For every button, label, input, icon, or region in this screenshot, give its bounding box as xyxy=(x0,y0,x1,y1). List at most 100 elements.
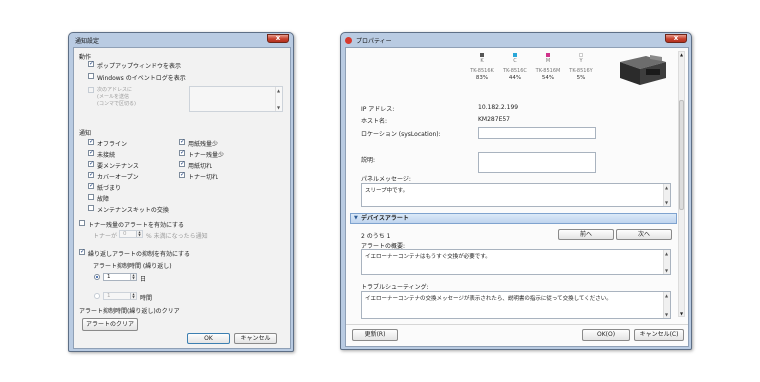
notify-paper-out-checkbox[interactable]: ✓ xyxy=(179,161,185,167)
toner-k: K TK-8516K 83% xyxy=(467,53,497,81)
repeat-interval-label: アラート抑制時間 (繰り返し) xyxy=(93,263,172,270)
scroll-down-icon[interactable]: ▼ xyxy=(680,311,683,316)
panel-message-label: パネルメッセージ: xyxy=(361,176,411,183)
toner-m-letter: M xyxy=(545,58,551,64)
notify-paper-jam-label: 紙づまり xyxy=(97,185,122,192)
toner-m-swatch xyxy=(546,53,550,57)
stepper-arrows-icon[interactable]: ▲ ▼ xyxy=(130,274,136,280)
troubleshooting-label: トラブルシューティング: xyxy=(361,284,429,291)
close-button[interactable]: x xyxy=(267,34,289,43)
refresh-button[interactable]: 更新(R) xyxy=(352,329,398,341)
dialog-body: 動作 ✓ ポップアップウィンドウを表示 Windows のイベントログを表示 次… xyxy=(73,47,291,349)
scroll-thumb[interactable] xyxy=(679,100,684,210)
notify-cover-open-label: カバーオープン xyxy=(97,174,139,181)
toner-c-letter: C xyxy=(513,58,517,64)
toner-threshold-stepper[interactable]: 0 ▲ ▼ xyxy=(119,230,143,238)
hours-radio[interactable] xyxy=(94,293,100,299)
notify-unconnected-label: 未接続 xyxy=(97,152,116,159)
notify-paper-out-label: 用紙切れ xyxy=(188,163,213,170)
notify-maintenance-label: 要メンテナンス xyxy=(97,163,139,170)
hours-stepper[interactable]: 1 ▲ ▼ xyxy=(103,292,137,300)
app-icon xyxy=(345,36,352,44)
notify-toner-low-checkbox[interactable]: ✓ xyxy=(179,150,185,156)
eventlog-label: Windows のイベントログを表示 xyxy=(97,75,186,82)
ip-label: IP アドレス: xyxy=(361,106,395,113)
email-field-scrollbar[interactable]: ▲ ▼ xyxy=(275,87,282,111)
repeat-suppress-checkbox[interactable]: ✓ xyxy=(79,249,85,255)
popup-label: ポップアップウィンドウを表示 xyxy=(97,63,182,70)
toner-y-letter: Y xyxy=(579,58,583,64)
dialog-title: プロパティー xyxy=(356,37,392,45)
panel-message-text: スリープ中です。 xyxy=(365,188,409,194)
notify-maintenance-checkbox[interactable]: ✓ xyxy=(88,161,94,167)
clear-suppression-label: アラート抑制時間(繰り返し)のクリア xyxy=(79,308,180,315)
close-icon: x xyxy=(275,34,281,42)
stepper-arrows-icon[interactable]: ▲ ▼ xyxy=(136,231,142,237)
prev-alert-button[interactable]: 前へ xyxy=(558,229,614,240)
dialog-title: 通知設定 xyxy=(75,37,100,45)
notify-toner-out-checkbox[interactable]: ✓ xyxy=(179,172,185,178)
toner-k-swatch xyxy=(480,53,484,57)
title-bar[interactable]: プロパティー xyxy=(341,33,691,47)
email-label-3: (コンマで区切る) xyxy=(97,101,136,107)
toner-alert-checkbox[interactable] xyxy=(79,220,85,226)
cancel-button[interactable]: キャンセル xyxy=(234,333,277,344)
panel-message-scrollbar[interactable]: ▲ ▼ xyxy=(663,184,670,206)
email-label-2: (メールを送信 xyxy=(97,94,129,100)
notify-paper-jam-checkbox[interactable]: ✓ xyxy=(88,183,94,189)
notify-heading: 通知 xyxy=(79,130,92,137)
next-alert-button[interactable]: 次へ xyxy=(616,229,672,240)
popup-checkbox[interactable]: ✓ xyxy=(88,61,94,67)
toner-c-swatch xyxy=(513,53,517,57)
printer-image xyxy=(620,55,666,85)
close-button[interactable]: x xyxy=(665,34,687,43)
panel-message-field[interactable]: スリープ中です。 ▲ ▼ xyxy=(361,183,671,207)
toner-c-level: 44% xyxy=(508,75,522,81)
email-address-field[interactable]: ▲ ▼ xyxy=(189,86,283,112)
toner-alert-suffix: % 未満になったら通知 xyxy=(146,233,208,240)
toner-alert-label: トナー残量のアラートを有効にする xyxy=(88,222,185,229)
footer-divider xyxy=(346,324,688,325)
email-checkbox[interactable] xyxy=(88,87,94,93)
notify-maintenance-kit-checkbox[interactable] xyxy=(88,205,94,211)
ok-button[interactable]: OK xyxy=(187,333,230,344)
stepper-arrows-icon[interactable]: ▲ ▼ xyxy=(130,293,136,299)
toner-k-model: TK-8516K xyxy=(470,68,494,74)
toner-m: M TK-8516M 54% xyxy=(533,53,563,81)
device-alert-header[interactable]: デバイスアラート xyxy=(350,213,677,224)
notify-paper-low-checkbox[interactable]: ✓ xyxy=(179,139,185,145)
toner-y: Y TK-8516Y 5% xyxy=(566,53,596,81)
description-field[interactable] xyxy=(478,152,596,173)
dialog-body: ▲ ▼ K TK-8516K 83% C TK-8516C 44% M TK-8… xyxy=(345,47,689,347)
notify-cover-open-checkbox[interactable]: ✓ xyxy=(88,172,94,178)
toner-m-level: 54% xyxy=(541,75,555,81)
scrollbar[interactable]: ▲ ▼ xyxy=(678,51,685,317)
toner-k-letter: K xyxy=(480,58,484,64)
location-field[interactable] xyxy=(478,127,596,139)
toner-threshold-value: 0 xyxy=(123,231,127,237)
hours-value: 1 xyxy=(107,293,111,299)
notify-offline-checkbox[interactable]: ✓ xyxy=(88,139,94,145)
clear-alerts-button[interactable]: アラートのクリア xyxy=(82,318,138,331)
notify-unconnected-checkbox[interactable]: ✓ xyxy=(88,150,94,156)
scroll-up-icon[interactable]: ▲ xyxy=(680,52,683,57)
toner-alert-prefix: トナーが xyxy=(93,233,118,240)
ip-value: 10.182.2.199 xyxy=(478,104,519,111)
alert-summary-field[interactable]: イエローナーコンテナはもうすぐ交換が必要です。 ▲ ▼ xyxy=(361,249,671,275)
days-stepper[interactable]: 1 ▲ ▼ xyxy=(103,273,137,281)
troubleshooting-field[interactable]: イエローナーコンテナの交換メッセージが表示されたら、説明書の指示に従って交換して… xyxy=(361,291,671,319)
days-radio[interactable] xyxy=(94,274,100,280)
cancel-button[interactable]: キャンセル(C) xyxy=(634,329,684,341)
toner-c: C TK-8516C 44% xyxy=(500,53,530,81)
repeat-suppress-label: 繰り返しアラートの抑制を有効にする xyxy=(88,251,191,258)
notify-offline-label: オフライン xyxy=(97,141,128,148)
notify-failure-checkbox[interactable] xyxy=(88,194,94,200)
toner-m-model: TK-8516M xyxy=(535,68,561,74)
alert-summary-scrollbar[interactable]: ▲ ▼ xyxy=(663,250,670,274)
title-bar[interactable]: 通知設定 xyxy=(69,33,293,47)
host-label: ホスト名: xyxy=(361,118,388,125)
ok-button[interactable]: OK(O) xyxy=(582,329,630,341)
eventlog-checkbox[interactable] xyxy=(88,73,94,79)
notify-paper-low-label: 用紙残量少 xyxy=(188,141,219,148)
troubleshooting-scrollbar[interactable]: ▲ ▼ xyxy=(663,292,670,318)
